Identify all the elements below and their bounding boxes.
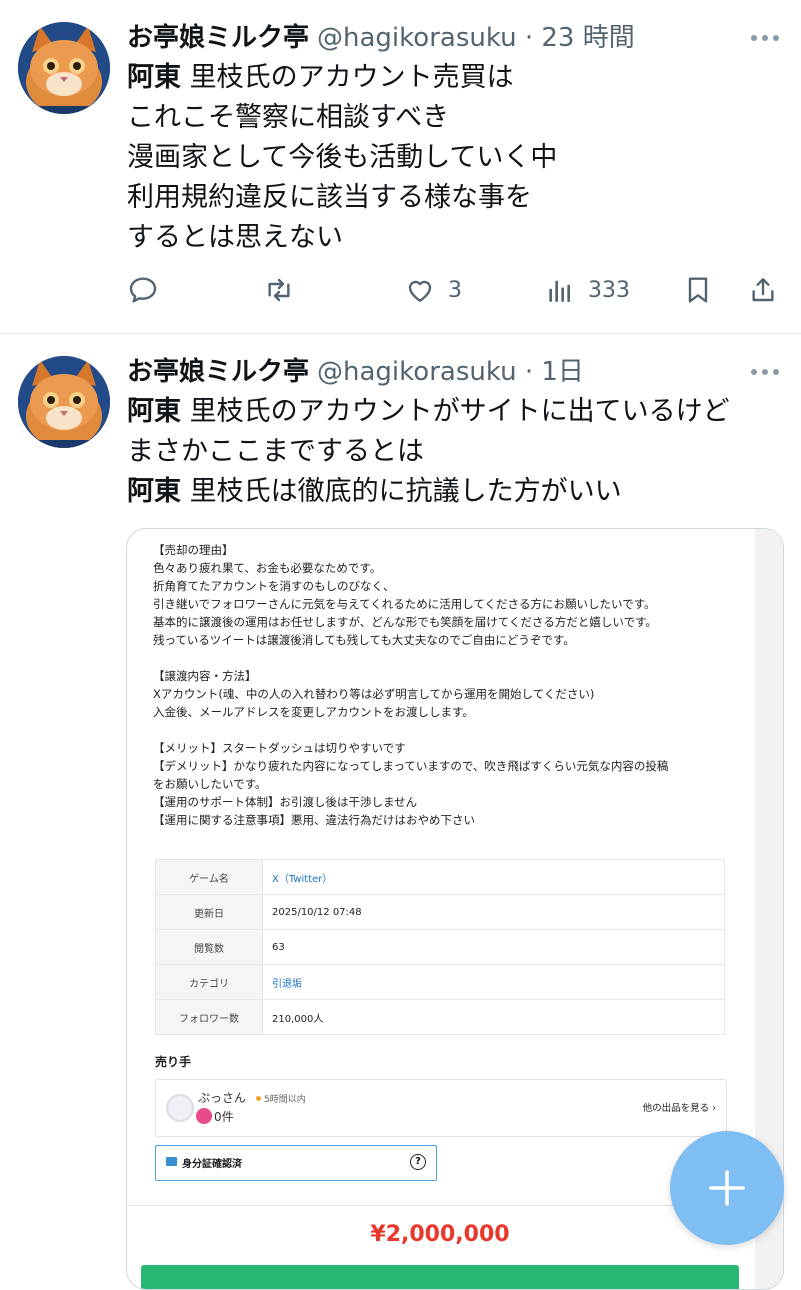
help-icon[interactable]: ? bbox=[410, 1154, 426, 1170]
table-value: 2025/10/12 07:48 bbox=[262, 894, 725, 930]
display-name[interactable]: お亭娘ミルク亭 bbox=[127, 23, 309, 53]
retweet-button[interactable] bbox=[263, 270, 295, 310]
table-value-link[interactable]: X（Twitter） bbox=[262, 859, 725, 895]
hashtag-bold[interactable]: 阿東 bbox=[127, 62, 181, 93]
seller-name: ぷっさん bbox=[198, 1091, 247, 1105]
buy-button[interactable] bbox=[141, 1265, 739, 1289]
text-line: 里枝氏は徹底的に抗議した方がいい bbox=[181, 476, 622, 507]
more-icon[interactable] bbox=[751, 367, 779, 377]
description-line: をお願いしたいです。 bbox=[153, 777, 267, 791]
tweet-text: 阿東 里枝氏のアカウント売買は これこそ警察に相談すべき 漫画家として今後も活動… bbox=[127, 58, 777, 258]
seller-status: 5時間以内 bbox=[264, 1095, 306, 1105]
table-value: 63 bbox=[262, 929, 725, 965]
rating-icon bbox=[196, 1108, 212, 1124]
seller-avatar bbox=[166, 1094, 194, 1122]
like-icon bbox=[408, 280, 432, 302]
bookmark-icon bbox=[688, 277, 708, 303]
description-line: 入金後、メールアドレスを変更しアカウントをお渡しします。 bbox=[153, 705, 474, 719]
table-value-link[interactable]: 引退垢 bbox=[262, 964, 725, 1000]
table-row: カテゴリ 引退垢 bbox=[155, 964, 725, 1000]
description-line: Xアカウント(魂、中の人の入れ替わり等は必ず明言してから運用を開始してください) bbox=[153, 687, 595, 701]
tweet[interactable]: お亭娘ミルク亭 @hagikorasuku · 23 時間 阿東 里枝氏のアカウン… bbox=[0, 0, 801, 333]
text-line: 里枝氏のアカウントがサイトに出ているけど bbox=[181, 396, 730, 427]
seller-count: 0件 bbox=[214, 1110, 234, 1124]
table-key: カテゴリ bbox=[155, 964, 263, 1000]
description-line: 【デメリット】かなり疲れた内容になってしまっていますので、吹き飛ばすくらい元気な… bbox=[153, 759, 669, 773]
like-count: 3 bbox=[448, 277, 462, 303]
table-key: フォロワー数 bbox=[155, 999, 263, 1035]
other-listings-link[interactable]: 他の出品を見る › bbox=[643, 1100, 716, 1114]
views-icon bbox=[549, 280, 570, 302]
retweet-icon bbox=[268, 278, 290, 302]
tweet-text: 阿東 里枝氏のアカウントがサイトに出ているけど まさかここまでするとは 阿東 里… bbox=[127, 392, 777, 512]
table-key: ゲーム名 bbox=[155, 859, 263, 895]
table-row: ゲーム名 X（Twitter） bbox=[155, 859, 725, 895]
text-line: するとは思えない bbox=[127, 222, 343, 253]
hashtag-bold[interactable]: 阿東 bbox=[127, 396, 181, 427]
table-row: 更新日 2025/10/12 07:48 bbox=[155, 894, 725, 930]
share-button[interactable] bbox=[747, 270, 779, 310]
description-line: 【譲渡内容・方法】 bbox=[153, 669, 257, 683]
hashtag-bold[interactable]: 阿東 bbox=[127, 476, 181, 507]
table-value: 210,000人 bbox=[262, 999, 725, 1035]
description-line: 引き継いでフォロワーさんに元気を与えてくれるために活用してくださる方にお願いした… bbox=[153, 597, 656, 611]
description-line: 基本的に譲渡後の運用はお任せしますが、どんな形でも笑顔を届けてくださる方だと嬉し… bbox=[153, 615, 657, 629]
compose-button[interactable] bbox=[670, 1131, 784, 1245]
avatar[interactable] bbox=[18, 22, 110, 114]
reply-button[interactable] bbox=[127, 270, 159, 310]
text-line: まさかここまでするとは bbox=[127, 436, 424, 467]
text-line: 里枝氏のアカウント売買は bbox=[181, 62, 514, 93]
text-line: これこそ警察に相談すべき bbox=[127, 102, 450, 133]
tweet-header: お亭娘ミルク亭 @hagikorasuku · 23 時間 bbox=[127, 20, 635, 56]
table-row: フォロワー数 210,000人 bbox=[155, 999, 725, 1035]
description-line: 色々あり疲れ果て、お金も必要なためです。 bbox=[153, 561, 382, 575]
view-count: 333 bbox=[588, 277, 630, 303]
views-button[interactable]: 333 bbox=[544, 270, 630, 310]
handle-time[interactable]: @hagikorasuku · 1日 bbox=[317, 357, 584, 387]
description-line: 【運用のサポート体制】お引渡し後は干渉しません bbox=[153, 795, 418, 809]
plus-icon bbox=[709, 1170, 745, 1206]
tweet-header: お亭娘ミルク亭 @hagikorasuku · 1日 bbox=[127, 354, 584, 390]
avatar[interactable] bbox=[18, 356, 110, 448]
status-dot-icon bbox=[256, 1096, 261, 1101]
listing-info-table: ゲーム名 X（Twitter） 更新日 2025/10/12 07:48 閲覧数… bbox=[155, 859, 725, 1035]
display-name[interactable]: お亭娘ミルク亭 bbox=[127, 357, 309, 387]
bookmark-button[interactable] bbox=[682, 270, 714, 310]
like-button[interactable]: 3 bbox=[404, 270, 462, 310]
listing-description: 【売却の理由】 色々あり疲れ果て、お金も必要なためです。 折角育てたアカウントを… bbox=[153, 541, 743, 829]
more-icon[interactable] bbox=[751, 33, 779, 43]
id-verified-label: 身分証確認済 bbox=[182, 1159, 242, 1170]
table-row: 閲覧数 63 bbox=[155, 929, 725, 965]
text-line: 漫画家として今後も活動していく中 bbox=[127, 142, 558, 173]
reply-icon bbox=[129, 277, 157, 303]
text-line: 利用規約違反に該当する様な事を bbox=[127, 182, 532, 213]
description-line: 残っているツイートは譲渡後消しても残しても大丈夫なのでご自由にどうぞです。 bbox=[153, 633, 575, 647]
description-line: 【メリット】スタートダッシュは切りやすいです bbox=[153, 741, 406, 755]
description-line: 【運用に関する注意事項】悪用、違法行為だけはおやめ下さい bbox=[153, 813, 475, 827]
id-verified-badge[interactable]: 身分証確認済 ? bbox=[155, 1145, 437, 1181]
table-key: 閲覧数 bbox=[155, 929, 263, 965]
id-card-icon bbox=[166, 1157, 177, 1166]
description-line: 折角育てたアカウントを消すのもしのびなく、 bbox=[153, 579, 395, 593]
price: ¥2,000,000 bbox=[370, 1222, 510, 1247]
description-line: 【売却の理由】 bbox=[153, 543, 234, 557]
seller-heading: 売り手 bbox=[155, 1055, 192, 1069]
share-icon bbox=[752, 278, 774, 302]
seller-card[interactable]: ぷっさん 5時間以内 0件 他の出品を見る › bbox=[155, 1079, 727, 1137]
table-key: 更新日 bbox=[155, 894, 263, 930]
handle-time[interactable]: @hagikorasuku · 23 時間 bbox=[317, 23, 635, 53]
tweet-actions: 3 333 bbox=[127, 270, 779, 310]
